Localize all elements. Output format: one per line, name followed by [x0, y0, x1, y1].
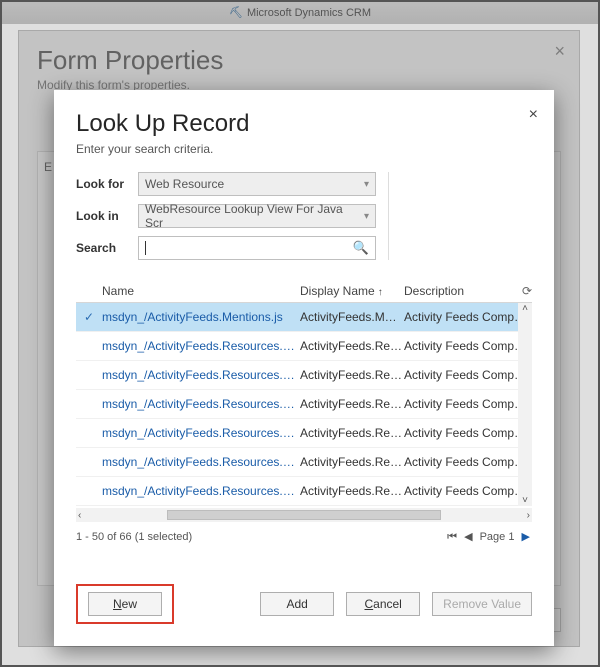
search-label: Search	[76, 241, 138, 255]
row-description: Activity Feeds Component	[404, 310, 532, 324]
row-description: Activity Feeds Component	[404, 455, 532, 469]
scroll-left-icon[interactable]: ‹	[78, 510, 81, 521]
table-row[interactable]: ✓msdyn_/ActivityFeeds.Mentions.jsActivit…	[76, 303, 532, 332]
refresh-icon[interactable]: ⟳	[522, 284, 532, 298]
table-row[interactable]: msdyn_/ActivityFeeds.Resources.102…Activ…	[76, 419, 532, 448]
grid-body: ˄˅ ✓msdyn_/ActivityFeeds.Mentions.jsActi…	[76, 303, 532, 506]
row-name[interactable]: msdyn_/ActivityFeeds.Resources.102…	[102, 397, 300, 411]
look-in-select[interactable]: WebResource Lookup View For Java Scr▾	[138, 204, 376, 228]
horizontal-scrollbar[interactable]: ‹›	[76, 508, 532, 522]
row-description: Activity Feeds Component	[404, 484, 532, 498]
dialog-subtitle: Enter your search criteria.	[76, 142, 532, 156]
lookup-record-dialog: × Look Up Record Enter your search crite…	[54, 90, 554, 646]
look-in-label: Look in	[76, 209, 138, 223]
look-in-value: WebResource Lookup View For Java Scr	[145, 202, 364, 230]
row-check-icon: ✓	[76, 310, 102, 324]
scroll-right-icon[interactable]: ›	[527, 510, 530, 521]
vertical-scrollbar[interactable]: ˄˅	[518, 303, 532, 506]
pager-page-label: Page 1	[480, 531, 515, 543]
row-display-name: ActivityFeeds.Re…	[300, 368, 404, 382]
grid-header: Name Display Name↑ Description ⟳	[76, 280, 532, 303]
dialog-close-icon[interactable]: ×	[529, 106, 538, 124]
scroll-thumb[interactable]	[167, 510, 440, 520]
dialog-title: Look Up Record	[76, 110, 532, 138]
col-display-name[interactable]: Display Name↑	[300, 284, 404, 298]
scroll-down-icon[interactable]: ˅	[522, 495, 528, 506]
pager-first-icon[interactable]: ⏮	[447, 531, 457, 543]
col-name[interactable]: Name	[102, 284, 300, 298]
row-display-name: ActivityFeeds.Re…	[300, 339, 404, 353]
results-grid: Name Display Name↑ Description ⟳ ˄˅ ✓msd…	[76, 280, 532, 544]
row-description: Activity Feeds Component	[404, 426, 532, 440]
row-display-name: ActivityFeeds.M…	[300, 310, 404, 324]
row-description: Activity Feeds Component	[404, 397, 532, 411]
table-row[interactable]: msdyn_/ActivityFeeds.Resources.102…Activ…	[76, 448, 532, 477]
table-row[interactable]: msdyn_/ActivityFeeds.Resources.102…Activ…	[76, 477, 532, 506]
pager-prev-icon[interactable]: ◀	[464, 531, 472, 543]
table-row[interactable]: msdyn_/ActivityFeeds.Resources.102…Activ…	[76, 361, 532, 390]
search-input[interactable]: 🔍	[138, 236, 376, 260]
row-name[interactable]: msdyn_/ActivityFeeds.Resources.108…	[102, 339, 300, 353]
table-row[interactable]: msdyn_/ActivityFeeds.Resources.108…Activ…	[76, 332, 532, 361]
table-row[interactable]: msdyn_/ActivityFeeds.Resources.102…Activ…	[76, 390, 532, 419]
add-button[interactable]: Add	[260, 592, 334, 616]
row-display-name: ActivityFeeds.Re…	[300, 455, 404, 469]
lookup-filters: Look for Web Resource ▾ Look in WebResour…	[76, 172, 389, 260]
look-for-label: Look for	[76, 177, 138, 191]
cancel-button[interactable]: Cancel	[346, 592, 420, 616]
row-display-name: ActivityFeeds.Re…	[300, 484, 404, 498]
new-button[interactable]: New	[88, 592, 162, 616]
search-icon[interactable]: 🔍	[353, 240, 369, 256]
chevron-down-icon: ▾	[364, 211, 369, 222]
look-for-value: Web Resource	[145, 177, 224, 191]
new-button-highlight: New	[76, 584, 174, 624]
row-name[interactable]: msdyn_/ActivityFeeds.Mentions.js	[102, 310, 300, 324]
record-count: 1 - 50 of 66 (1 selected)	[76, 531, 192, 543]
row-name[interactable]: msdyn_/ActivityFeeds.Resources.102…	[102, 426, 300, 440]
row-description: Activity Feeds Component	[404, 339, 532, 353]
row-name[interactable]: msdyn_/ActivityFeeds.Resources.102…	[102, 484, 300, 498]
grid-pager: 1 - 50 of 66 (1 selected) ⏮ ◀ Page 1 ▶	[76, 530, 532, 544]
row-name[interactable]: msdyn_/ActivityFeeds.Resources.102…	[102, 455, 300, 469]
scroll-up-icon[interactable]: ˄	[522, 303, 528, 314]
row-name[interactable]: msdyn_/ActivityFeeds.Resources.102…	[102, 368, 300, 382]
chevron-down-icon: ▾	[364, 179, 369, 190]
look-for-select[interactable]: Web Resource ▾	[138, 172, 376, 196]
row-display-name: ActivityFeeds.Re…	[300, 426, 404, 440]
row-description: Activity Feeds Component	[404, 368, 532, 382]
sort-asc-icon: ↑	[378, 287, 383, 298]
col-description[interactable]: Description	[404, 284, 518, 298]
pager-next-icon[interactable]: ▶	[522, 531, 530, 543]
remove-value-button: Remove Value	[432, 592, 532, 616]
row-display-name: ActivityFeeds.Re…	[300, 397, 404, 411]
